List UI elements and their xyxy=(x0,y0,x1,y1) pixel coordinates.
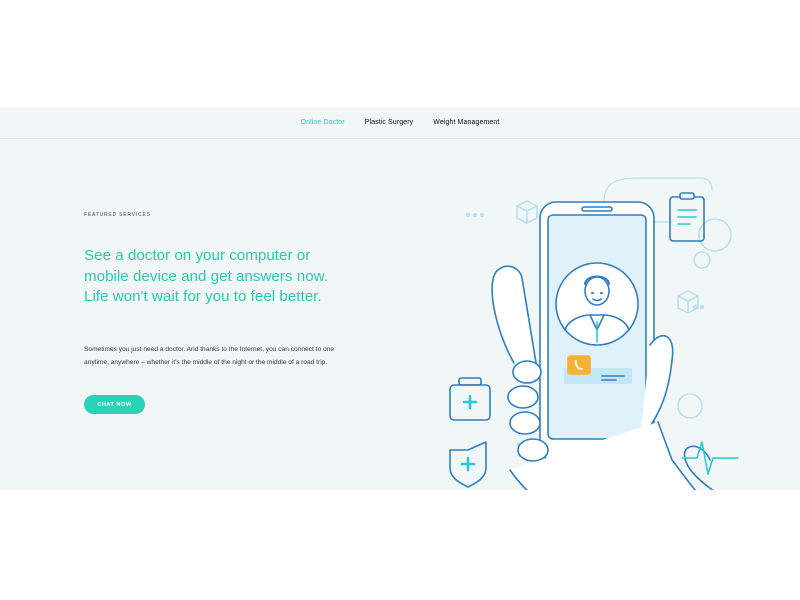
featured-services-section: Online Doctor Plastic Surgery Weight Man… xyxy=(0,107,800,490)
cube-icon xyxy=(677,290,699,314)
cube-icon xyxy=(516,200,538,224)
tabs-divider xyxy=(0,138,800,139)
tab-plastic-surgery[interactable]: Plastic Surgery xyxy=(365,119,414,126)
doctor-avatar xyxy=(555,262,639,346)
tab-weight-management[interactable]: Weight Management xyxy=(433,119,499,126)
hero-body-text: Sometimes you just need a doctor. And th… xyxy=(84,346,334,366)
section-eyebrow: FEATURED SERVICES xyxy=(84,212,151,218)
phone-call-icon xyxy=(567,355,591,375)
hero-headline: See a doctor on your computer or mobile … xyxy=(84,247,328,305)
heartbeat-icon xyxy=(681,441,739,490)
chat-now-button[interactable]: CHAT NOW xyxy=(84,395,145,414)
service-tabs: Online Doctor Plastic Surgery Weight Man… xyxy=(0,107,800,138)
medical-kit-icon xyxy=(449,377,491,421)
phone-doctor-illustration xyxy=(449,177,739,490)
tab-online-doctor[interactable]: Online Doctor xyxy=(301,119,345,126)
shield-cross-icon xyxy=(449,441,487,488)
